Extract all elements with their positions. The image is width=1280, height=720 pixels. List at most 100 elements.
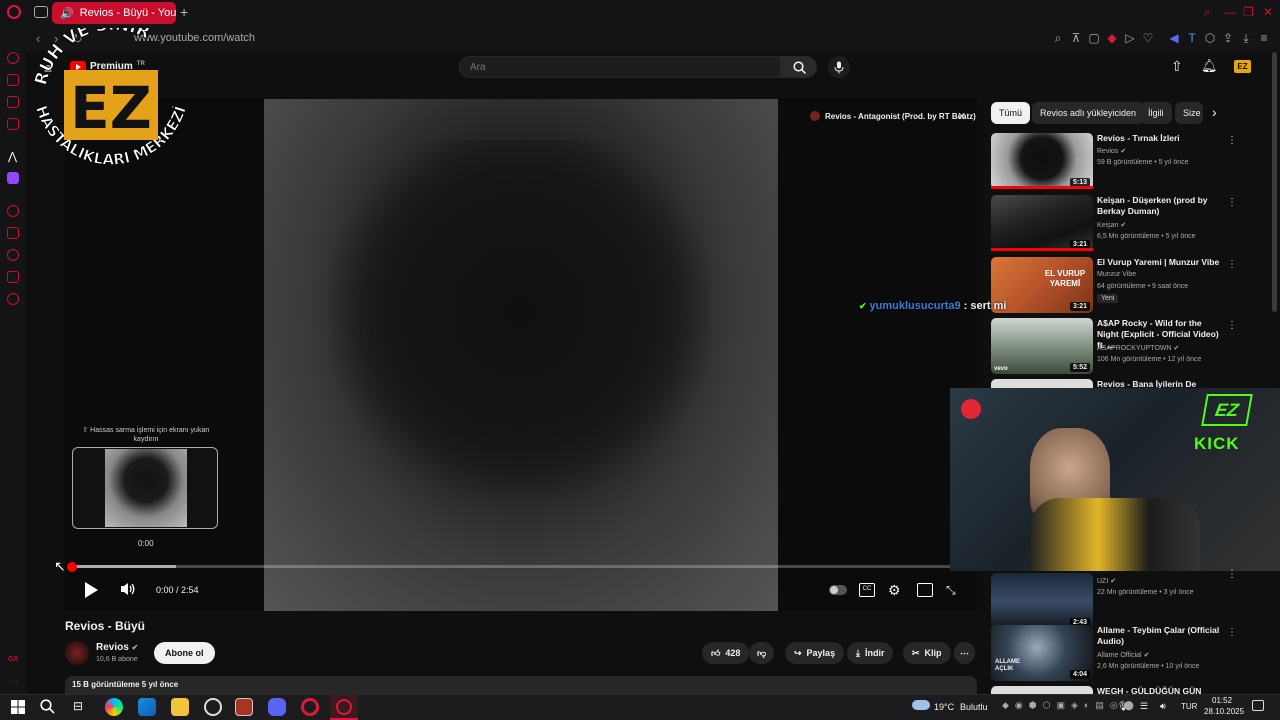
channel-name[interactable]: Revios ✔: [96, 642, 138, 653]
more-vert-icon[interactable]: ⋮: [1227, 197, 1237, 208]
sidebar-twitch-icon[interactable]: [7, 172, 19, 184]
close-window-button[interactable]: ✕: [1263, 5, 1273, 19]
miniplayer-button[interactable]: [917, 583, 933, 597]
subtitles-button[interactable]: CC: [859, 583, 875, 597]
play-button[interactable]: [82, 581, 100, 599]
pin-icon[interactable]: ⊼: [1069, 31, 1083, 45]
rec-channel[interactable]: Keişan ✔: [1097, 221, 1126, 229]
opera-gx-taskbar-active[interactable]: [330, 695, 358, 720]
sidebar-settings-icon[interactable]: [7, 293, 19, 305]
progress-bar[interactable]: [72, 565, 952, 568]
notifications-bell-icon[interactable]: 🔔︎: [1201, 58, 1218, 74]
mic-tray-icon[interactable]: 🎙︎: [1117, 701, 1128, 712]
sidebar-player-icon[interactable]: [7, 205, 19, 217]
file-explorer-icon[interactable]: [171, 698, 189, 716]
video-thumbnail[interactable]: vevo 5:52: [991, 318, 1093, 374]
opera-taskbar-icon[interactable]: [301, 698, 319, 716]
maximize-button[interactable]: ❐: [1243, 5, 1254, 19]
clip-button[interactable]: ✂ Klip: [903, 642, 951, 664]
page-scrollbar[interactable]: [1272, 52, 1277, 312]
rec-title[interactable]: Revios - Tırnak İzleri: [1097, 133, 1221, 144]
download-icon[interactable]: ⤓: [1239, 31, 1253, 46]
more-actions-button[interactable]: ⋯: [954, 642, 975, 664]
translate-icon[interactable]: T: [1185, 31, 1199, 45]
video-editor-icon[interactable]: [235, 698, 253, 716]
list-item[interactable]: WEGH - GÜLDÜĞÜN GÜN: [991, 686, 1236, 694]
sidebar-more-icon[interactable]: ···: [9, 676, 18, 686]
wifi-icon[interactable]: ☰: [1140, 701, 1148, 712]
shield-icon[interactable]: ◆: [1105, 31, 1119, 45]
chevron-right-icon[interactable]: ›: [1212, 104, 1217, 120]
rec-title[interactable]: Keişan - Düşerken (prod by Berkay Duman): [1097, 195, 1221, 217]
extensions-icon[interactable]: ⬡: [1203, 31, 1217, 45]
sidebar-ai-icon[interactable]: [7, 52, 19, 64]
notification-center-icon[interactable]: [1252, 700, 1264, 711]
sidebar-shop-icon[interactable]: [7, 74, 19, 86]
description-box[interactable]: 15 B görüntüleme 5 yıl önce: [65, 676, 977, 694]
dislike-button[interactable]: 👎︎: [749, 642, 775, 664]
list-item[interactable]: vevo 5:52 A$AP Rocky - Wild for the Night…: [991, 318, 1237, 376]
more-vert-icon[interactable]: ⋮: [1227, 627, 1237, 638]
sidebar-kick-icon[interactable]: ⋀: [8, 150, 17, 163]
opera-logo-icon[interactable]: [7, 5, 21, 19]
more-vert-icon[interactable]: ⋮: [1227, 320, 1237, 331]
list-item[interactable]: EL VURUP YAREMİ 3:21 El Vurup Yaremi | M…: [991, 257, 1237, 315]
rec-title[interactable]: El Vurup Yaremi | Munzur Vibe: [1097, 257, 1221, 268]
rec-channel[interactable]: UZI ✔: [1097, 577, 1116, 585]
player-title-card[interactable]: Revios - Antagonist (Prod. by RT Beatz): [810, 111, 976, 121]
search-tabs-icon[interactable]: ⌕: [1204, 5, 1211, 20]
progress-scrubber[interactable]: [67, 562, 77, 572]
workspaces-icon[interactable]: [34, 6, 48, 18]
sidebar-bookmarks-icon[interactable]: [7, 227, 19, 239]
share-button[interactable]: ↪ Paylaş: [785, 642, 845, 664]
list-item[interactable]: 3:21 Keişan - Düşerken (prod by Berkay D…: [991, 195, 1237, 253]
sidebar-messenger-icon[interactable]: [7, 118, 19, 130]
list-item[interactable]: 5:13 Revios - Tırnak İzleri Revios ✔ 59 …: [991, 133, 1237, 191]
rec-title[interactable]: Allame - Teybim Çalar (Official Audio): [1097, 625, 1221, 647]
language-indicator[interactable]: TUR: [1181, 702, 1197, 711]
upload-icon[interactable]: ⇧: [1171, 58, 1183, 75]
video-thumbnail[interactable]: [991, 686, 1093, 694]
obs-icon[interactable]: [204, 698, 222, 716]
list-item[interactable]: ALLAME AÇLIK 4:04 Allame - Teybim Çalar …: [991, 625, 1237, 683]
rec-channel[interactable]: Munzur Vibe: [1097, 271, 1136, 278]
volume-button[interactable]: [120, 582, 136, 596]
rec-channel[interactable]: Revios ✔: [1097, 147, 1126, 155]
browser-tab-active[interactable]: 🔊 Revios - Büyü - YouTu: [52, 2, 176, 24]
autoplay-toggle[interactable]: [829, 585, 847, 595]
sidebar-history-icon[interactable]: [7, 249, 19, 261]
heart-icon[interactable]: ♡: [1141, 31, 1155, 45]
channel-avatar[interactable]: [65, 641, 89, 665]
sound-extension-icon[interactable]: ◀: [1167, 31, 1181, 45]
more-vert-icon[interactable]: ⋮: [1227, 259, 1237, 270]
weather-description[interactable]: Bulutlu: [960, 702, 988, 712]
chip-related[interactable]: İlgili: [1140, 102, 1172, 124]
task-view-icon[interactable]: ⊟: [73, 699, 83, 713]
chip-for-you[interactable]: Size: [1175, 102, 1203, 124]
rec-channel[interactable]: ASAPROCKYUPTOWN ✔: [1097, 344, 1179, 352]
outlook-icon[interactable]: [138, 698, 156, 716]
video-thumbnail[interactable]: 3:21: [991, 195, 1093, 251]
video-thumbnail[interactable]: 5:13: [991, 133, 1093, 189]
volume-tray-icon[interactable]: 🔊︎: [1160, 701, 1166, 712]
subscribe-button[interactable]: Abone ol: [154, 642, 215, 664]
settings-gear-icon[interactable]: ⚙: [888, 583, 904, 597]
search-input[interactable]: Ara: [459, 56, 781, 78]
copilot-icon[interactable]: [105, 698, 123, 716]
sidebar-gx-icon[interactable]: GX: [8, 656, 18, 663]
rec-channel[interactable]: Allame Official ✔: [1097, 651, 1149, 659]
voice-search-button[interactable]: [828, 56, 850, 78]
account-avatar[interactable]: EZ: [1234, 60, 1251, 73]
more-vert-icon[interactable]: ⋮: [1227, 135, 1237, 146]
video-thumbnail[interactable]: ALLAME AÇLIK 4:04: [991, 625, 1093, 681]
search-button[interactable]: [781, 56, 817, 78]
zoom-icon[interactable]: ⌕: [1051, 31, 1065, 46]
minimize-button[interactable]: —: [1224, 5, 1236, 19]
like-button[interactable]: 👍︎ 428: [702, 642, 750, 664]
share-icon[interactable]: ⇪: [1221, 31, 1235, 45]
weather-temperature[interactable]: 19°C: [934, 702, 954, 712]
taskbar-search-icon[interactable]: [40, 699, 55, 714]
sidebar-news-icon[interactable]: [7, 96, 19, 108]
chip-all[interactable]: Tümü: [991, 102, 1031, 124]
close-icon[interactable]: ✕: [957, 110, 966, 123]
